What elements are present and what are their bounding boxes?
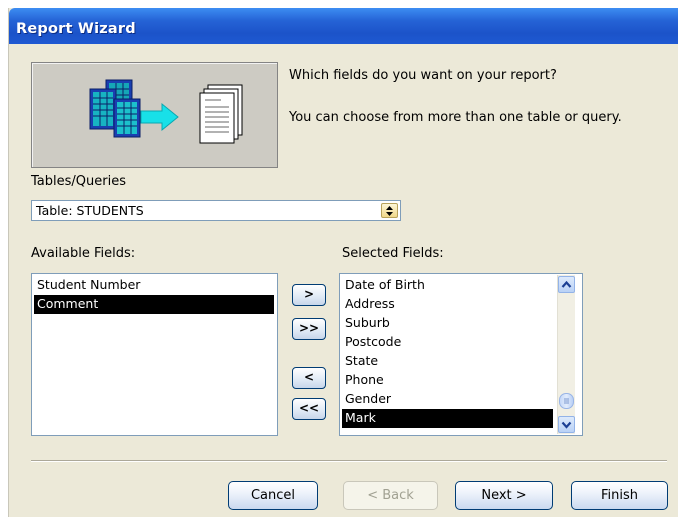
chevron-down-icon [561,421,572,429]
scroll-up-button[interactable] [558,276,575,293]
list-item[interactable]: Student Number [34,276,274,295]
scroll-thumb[interactable] [559,393,574,409]
selected-fields-label: Selected Fields: [342,246,444,261]
footer-divider [31,460,667,462]
list-item[interactable]: Gender [342,390,553,409]
list-item[interactable]: Date of Birth [342,276,553,295]
cancel-button[interactable]: Cancel [228,481,318,510]
selected-fields-scrollbar[interactable] [557,275,575,434]
list-item[interactable]: Comment [34,295,274,314]
list-item[interactable]: Phone [342,371,553,390]
list-item[interactable]: Address [342,295,553,314]
tables-queries-select[interactable]: Table: STUDENTS [31,200,401,221]
remove-all-fields-button[interactable]: << [292,398,326,420]
selected-fields-list[interactable]: Date of Birth Address Suburb Postcode St… [339,273,583,436]
next-button[interactable]: Next > [455,481,553,510]
spin-arrows-icon[interactable] [381,203,398,218]
fields-hint: You can choose from more than one table … [289,110,622,125]
scroll-grip-icon [564,398,569,404]
window-title: Report Wizard [16,21,136,37]
wizard-illustration [31,62,278,168]
finish-button[interactable]: Finish [571,481,668,510]
report-wizard-window: Report Wizard Which fields do you want o… [8,8,678,517]
list-item[interactable]: Mark [342,409,553,428]
spin-arrows-glyph [386,206,393,216]
list-item[interactable]: Suburb [342,314,553,333]
tables-queries-label: Tables/Queries [31,174,126,189]
remove-field-button[interactable]: < [292,367,326,389]
tables-to-report-illustration [89,79,243,144]
title-bar[interactable]: Report Wizard [9,8,678,44]
list-item[interactable]: Postcode [342,333,553,352]
tables-queries-value: Table: STUDENTS [36,203,144,218]
fields-question: Which fields do you want on your report? [289,68,557,83]
available-fields-list[interactable]: Student Number Comment [31,273,278,436]
list-item[interactable]: State [342,352,553,371]
chevron-up-icon [561,280,572,288]
back-button[interactable]: < Back [343,481,438,510]
add-field-button[interactable]: > [292,284,326,306]
scroll-down-button[interactable] [558,416,575,433]
add-all-fields-button[interactable]: >> [292,318,326,340]
available-fields-label: Available Fields: [31,246,136,261]
